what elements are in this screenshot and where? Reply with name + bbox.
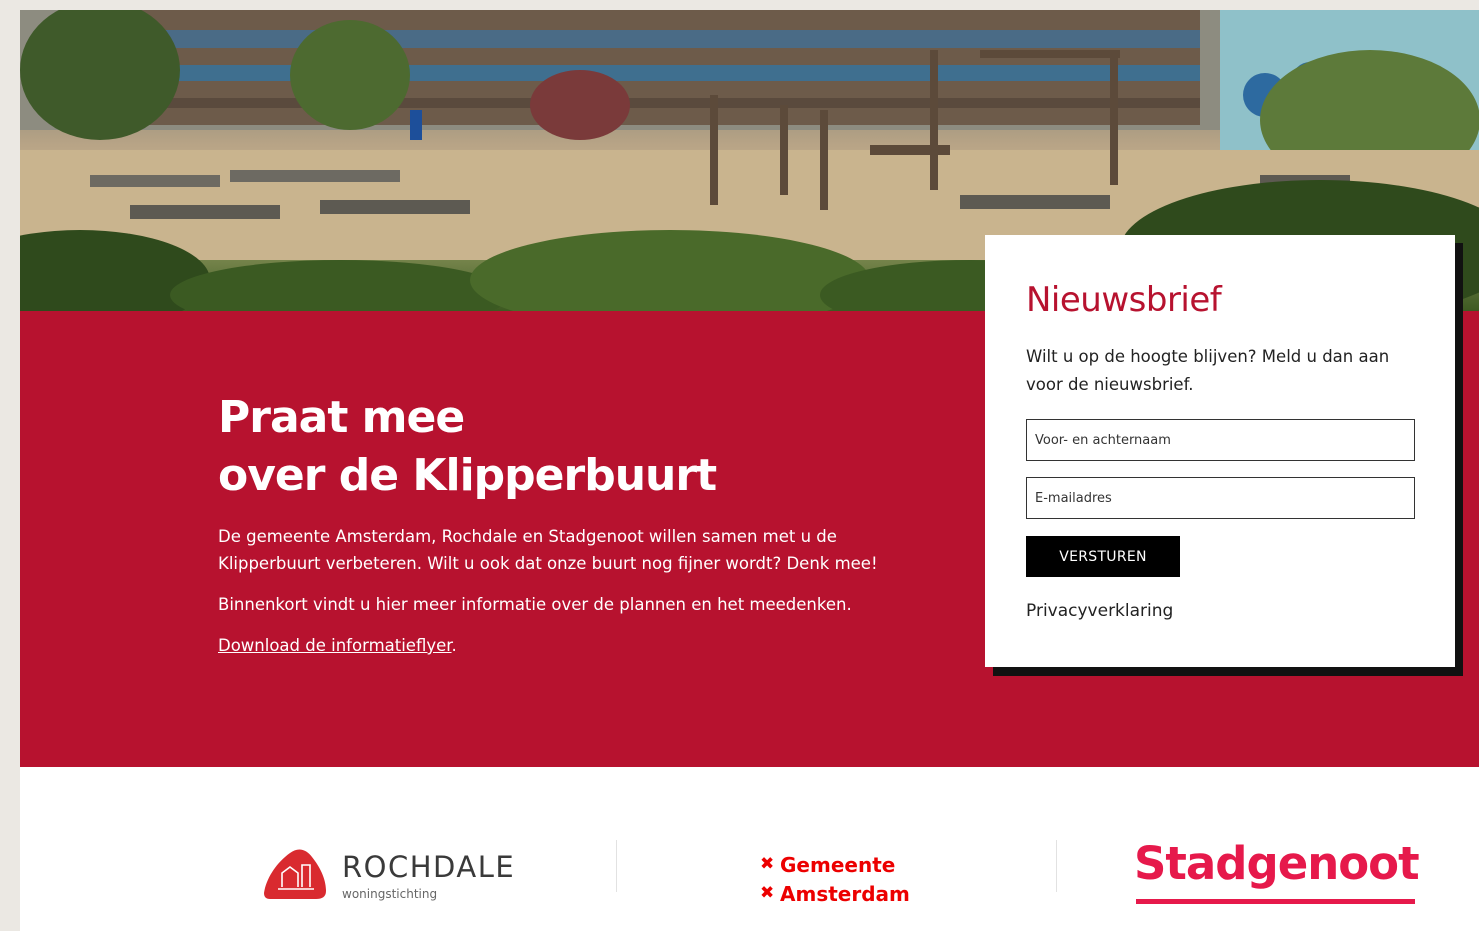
- amsterdam-cross-icon: ✖: [760, 883, 775, 903]
- gemeente-row-1: ✖ Gemeente: [760, 850, 910, 879]
- intro-paragraph-1: De gemeente Amsterdam, Rochdale en Stadg…: [218, 527, 878, 573]
- gemeente-amsterdam-logo[interactable]: ✖ Gemeente ✖ Amsterdam: [760, 850, 910, 908]
- flyer-suffix: .: [451, 636, 457, 655]
- rochdale-tagline: woningstichting: [342, 887, 438, 901]
- gemeente-line-2: Amsterdam: [780, 881, 910, 906]
- download-flyer-link[interactable]: Download de informatieflyer: [218, 636, 452, 655]
- privacy-link[interactable]: Privacyverklaring: [1026, 601, 1415, 621]
- rochdale-name: ROCHDALE: [342, 850, 516, 884]
- page-title-line-2: over de Klipperbuurt: [218, 450, 717, 501]
- page-title: Praat mee over de Klipperbuurt: [218, 389, 938, 505]
- newsletter-description: Wilt u op de hoogte blijven? Meld u dan …: [1026, 347, 1390, 394]
- page-title-line-1: Praat mee: [218, 392, 465, 443]
- stadgenoot-underline: [1136, 899, 1415, 904]
- amsterdam-cross-icon: ✖: [760, 854, 775, 874]
- intro-text-block: Praat mee over de Klipperbuurt De gemeen…: [218, 389, 938, 659]
- flyer-paragraph: Download de informatieflyer.: [218, 632, 938, 659]
- name-input[interactable]: [1026, 419, 1415, 461]
- page: Praat mee over de Klipperbuurt De gemeen…: [20, 10, 1479, 931]
- gemeente-row-2: ✖ Amsterdam: [760, 879, 910, 908]
- submit-button[interactable]: VERSTUREN: [1026, 536, 1180, 577]
- gemeente-line-1: Gemeente: [780, 852, 896, 877]
- logo-divider: [616, 840, 617, 892]
- newsletter-title: Nieuwsbrief: [1026, 280, 1222, 320]
- newsletter-card: Nieuwsbrief Wilt u op de hoogte blijven?…: [985, 235, 1455, 667]
- rochdale-house-icon: [264, 849, 326, 899]
- email-input[interactable]: [1026, 477, 1415, 519]
- stadgenoot-name: Stadgenoot: [1134, 837, 1420, 890]
- intro-paragraph-2: Binnenkort vindt u hier meer informatie …: [218, 595, 852, 614]
- logo-divider: [1056, 840, 1057, 892]
- partner-logos: ROCHDALE woningstichting ✖ Gemeente ✖ Am…: [20, 767, 1479, 931]
- stadgenoot-logo[interactable]: Stadgenoot: [1134, 837, 1420, 904]
